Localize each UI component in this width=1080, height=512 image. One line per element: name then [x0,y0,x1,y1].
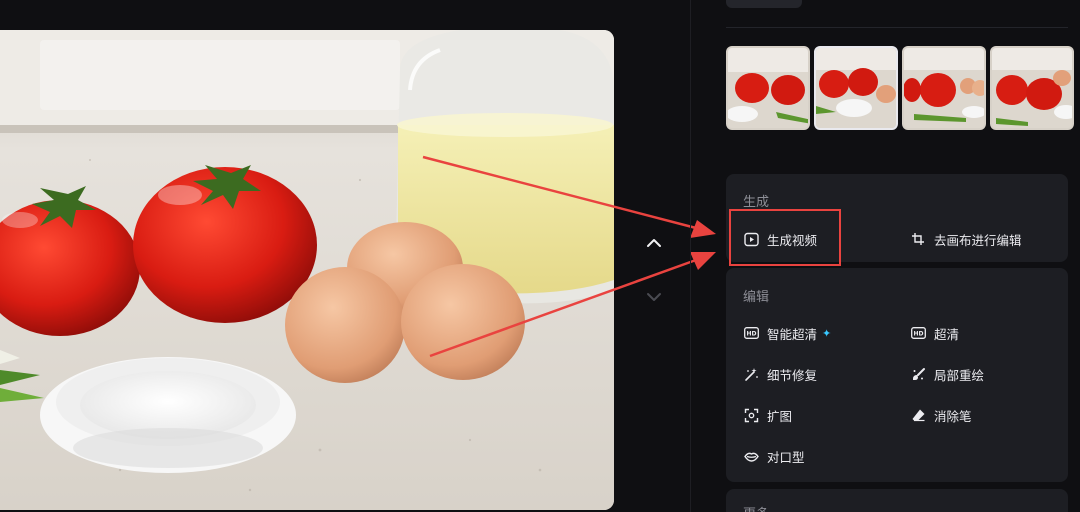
eraser-label: 消除笔 [934,408,972,424]
hd-badge-icon: HD [910,325,926,341]
edit-on-canvas-label: 去画布进行编辑 [934,232,1022,248]
thumbnail-1[interactable] [726,46,810,130]
edit-on-canvas-button[interactable]: 去画布进行编辑 [910,228,1022,250]
chevron-down-icon [647,293,661,301]
smart-hd-button[interactable]: HD 智能超清 ✦ [743,322,831,344]
brush-icon [910,366,926,382]
thumbnail-3[interactable] [902,46,986,130]
hd-button[interactable]: HD 超清 [910,322,959,344]
crop-icon [910,231,926,247]
panel-divider [690,0,691,512]
eraser-icon [910,407,926,423]
lip-sync-button[interactable]: 对口型 [743,445,805,467]
edit-section: 编辑 HD 智能超清 ✦ HD 超清 细节修复 局部重绘 扩图 消除笔 对口型 [726,268,1068,482]
thumbnail-2[interactable] [814,46,898,130]
thumbnail-4[interactable] [990,46,1074,130]
next-image-button[interactable] [638,283,670,311]
expand-image-button[interactable]: 扩图 [743,404,792,426]
smart-hd-label: 智能超清 [767,326,818,342]
expand-icon [743,407,759,423]
separator [726,27,1068,28]
generate-video-label: 生成视频 [767,232,818,248]
previous-image-button[interactable] [638,229,670,257]
section-title-edit: 编辑 [743,290,770,305]
thumbnail-strip [726,46,1074,130]
sparkle-icon: ✦ [822,326,832,340]
detail-fix-button[interactable]: 细节修复 [743,363,817,385]
magic-wand-icon [743,366,759,382]
detail-fix-label: 细节修复 [767,367,818,383]
expand-image-label: 扩图 [767,408,793,424]
lips-icon [743,448,759,464]
section-title-generate: 生成 [743,195,770,210]
local-redraw-label: 局部重绘 [934,367,985,383]
section-title-more: 更多 [743,503,769,512]
more-section: 更多 [726,489,1068,512]
app-window: 生成 生成视频 去画布进行编辑 编辑 HD 智能超清 ✦ HD 超清 细节修复 … [0,0,1080,512]
local-redraw-button[interactable]: 局部重绘 [910,363,984,385]
chevron-up-icon [647,239,661,247]
lip-sync-label: 对口型 [767,449,805,465]
top-toolbar-button[interactable] [726,0,802,8]
play-square-icon [743,231,759,247]
generate-video-button[interactable]: 生成视频 [743,228,817,250]
generate-section: 生成 生成视频 去画布进行编辑 [726,174,1068,262]
main-image[interactable] [0,30,614,510]
svg-text:HD: HD [746,331,756,338]
hd-badge-icon: HD [743,325,759,341]
svg-text:HD: HD [913,331,923,338]
eraser-button[interactable]: 消除笔 [910,404,972,426]
hd-label: 超清 [934,326,960,342]
